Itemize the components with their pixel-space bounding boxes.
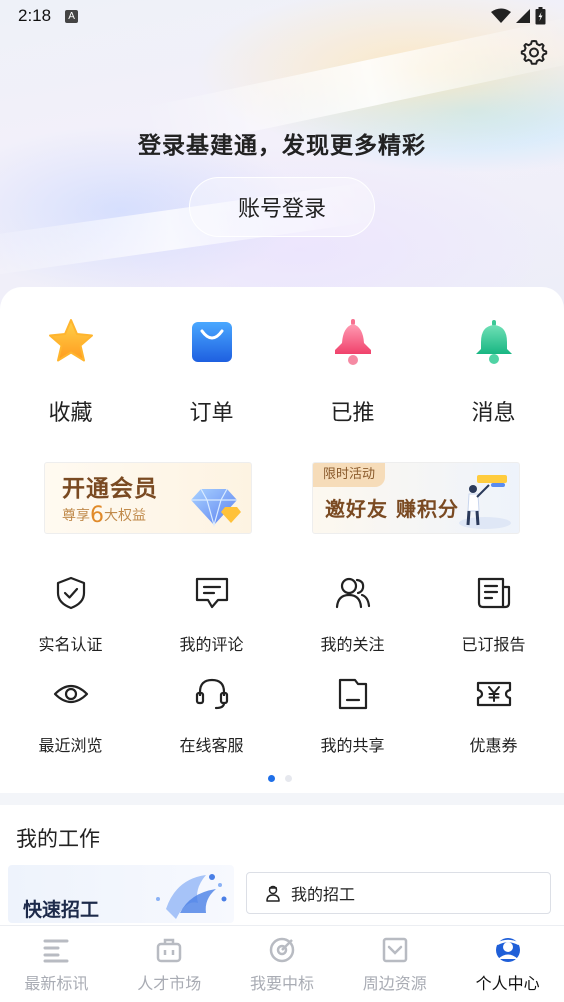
notification-a-icon: A xyxy=(65,9,79,23)
my-recruitment-button[interactable]: 我的招工 xyxy=(246,872,551,914)
orders-label: 订单 xyxy=(189,401,234,426)
settings-gear-icon[interactable] xyxy=(520,38,548,66)
tab-win-bid-label: 我要中标 xyxy=(249,974,314,993)
target-icon xyxy=(269,937,295,963)
my-comments-label: 我的评论 xyxy=(179,635,244,654)
battery-icon xyxy=(535,7,546,25)
person-painting-icon xyxy=(459,475,511,529)
messages-item[interactable]: 消息 xyxy=(423,317,564,427)
my-shares-label: 我的共享 xyxy=(320,736,385,755)
favorites-label: 收藏 xyxy=(48,401,93,426)
my-shares-item[interactable]: 我的共享 xyxy=(282,676,423,756)
shield-check-icon xyxy=(56,576,85,610)
signal-icon xyxy=(516,9,530,23)
vip-membership-banner[interactable]: 开通会员 尊享6大权益 xyxy=(44,462,252,534)
worker-icon xyxy=(266,885,280,902)
tab-personal-center-label: 个人中心 xyxy=(475,974,540,993)
orders-item[interactable]: 订单 xyxy=(141,317,282,427)
briefcase-icon xyxy=(156,938,182,963)
bottom-tab-bar: 最新标讯 人才市场 我要中标 周边资源 个人中心 xyxy=(0,925,564,1002)
header-background xyxy=(0,0,564,320)
tab-nearby-resources[interactable]: 周边资源 xyxy=(338,926,451,1002)
subscribed-reports-label: 已订报告 xyxy=(461,635,526,654)
folder-icon xyxy=(338,678,367,710)
invite-friends-banner[interactable]: 限时活动 邀好友 赚积分 xyxy=(312,462,520,534)
coupon-icon xyxy=(476,681,511,707)
splash-illustration-icon xyxy=(156,874,227,919)
tab-latest-bids-label: 最新标讯 xyxy=(24,974,89,993)
online-support-label: 在线客服 xyxy=(179,736,244,755)
recent-views-item[interactable]: 最近浏览 xyxy=(0,676,141,756)
coupons-item[interactable]: 优惠券 xyxy=(423,676,564,756)
page-dot-2[interactable] xyxy=(285,775,292,782)
tab-talent-market[interactable]: 人才市场 xyxy=(113,926,226,1002)
coupons-label: 优惠券 xyxy=(469,736,518,755)
status-icons xyxy=(491,7,546,25)
quick-recruit-title: 快速招工 xyxy=(23,899,100,921)
login-slogan: 登录基建通，发现更多精彩 xyxy=(138,133,426,159)
profile-menu-card: 收藏 订单 已推 消息 开通会员 尊享6大权益 限时活动 邀好友 赚积分 实名认… xyxy=(0,287,564,793)
quick-actions: 收藏 订单 已推 消息 xyxy=(0,317,564,427)
users-icon xyxy=(335,577,370,609)
my-follows-label: 我的关注 xyxy=(320,635,385,654)
vip-subtitle: 尊享6大权益 xyxy=(62,503,146,528)
subscribed-reports-item[interactable]: 已订报告 xyxy=(423,575,564,655)
report-icon xyxy=(477,577,510,609)
star-icon xyxy=(48,319,93,362)
status-bar: 2:18 A xyxy=(0,0,564,32)
page-dot-1[interactable] xyxy=(268,775,275,782)
recent-views-label: 最近浏览 xyxy=(38,736,103,755)
services-row-2: 最近浏览 在线客服 我的共享 优惠券 xyxy=(0,676,564,756)
tab-personal-center[interactable]: 个人中心 xyxy=(451,926,564,1002)
my-work-title: 我的工作 xyxy=(16,827,100,851)
eye-icon xyxy=(53,684,88,704)
messages-label: 消息 xyxy=(471,401,516,426)
tab-latest-bids[interactable]: 最新标讯 xyxy=(0,926,113,1002)
wifi-icon xyxy=(491,8,511,23)
vip-title: 开通会员 xyxy=(62,475,158,502)
comment-icon xyxy=(195,577,228,609)
favorites-item[interactable]: 收藏 xyxy=(0,317,141,427)
profile-icon xyxy=(495,938,520,962)
limited-event-tag: 限时活动 xyxy=(313,463,386,487)
real-name-auth-label: 实名认证 xyxy=(38,635,103,654)
tab-talent-market-label: 人才市场 xyxy=(137,974,202,993)
my-work-section: 我的工作 快速招工 我的招工 xyxy=(0,805,564,930)
real-name-auth-item[interactable]: 实名认证 xyxy=(0,575,141,655)
vip-sub-suffix: 大权益 xyxy=(104,508,146,524)
services-row-1: 实名认证 我的评论 我的关注 已订报告 xyxy=(0,575,564,655)
inbox-icon xyxy=(382,937,408,963)
tab-nearby-resources-label: 周边资源 xyxy=(362,974,427,993)
online-support-item[interactable]: 在线客服 xyxy=(141,676,282,756)
my-recruitment-label: 我的招工 xyxy=(291,885,356,904)
my-comments-item[interactable]: 我的评论 xyxy=(141,575,282,655)
pushed-label: 已推 xyxy=(330,401,375,426)
tab-win-bid[interactable]: 我要中标 xyxy=(226,926,339,1002)
shopping-bag-icon xyxy=(191,322,232,362)
diamond-icon xyxy=(191,488,241,527)
page-indicator xyxy=(268,775,292,782)
headset-icon xyxy=(195,678,228,710)
account-login-button[interactable]: 账号登录 xyxy=(189,177,375,237)
pushed-item[interactable]: 已推 xyxy=(282,317,423,427)
status-time: 2:18 xyxy=(18,6,52,25)
vip-sub-prefix: 尊享 xyxy=(62,508,90,524)
invite-title: 邀好友 赚积分 xyxy=(325,497,459,521)
my-follows-item[interactable]: 我的关注 xyxy=(282,575,423,655)
bell-icon xyxy=(475,320,512,364)
quick-recruit-card[interactable]: 快速招工 xyxy=(8,865,234,923)
list-icon xyxy=(43,939,69,963)
rocket-icon xyxy=(334,319,371,365)
vip-benefit-count: 6 xyxy=(90,503,104,528)
